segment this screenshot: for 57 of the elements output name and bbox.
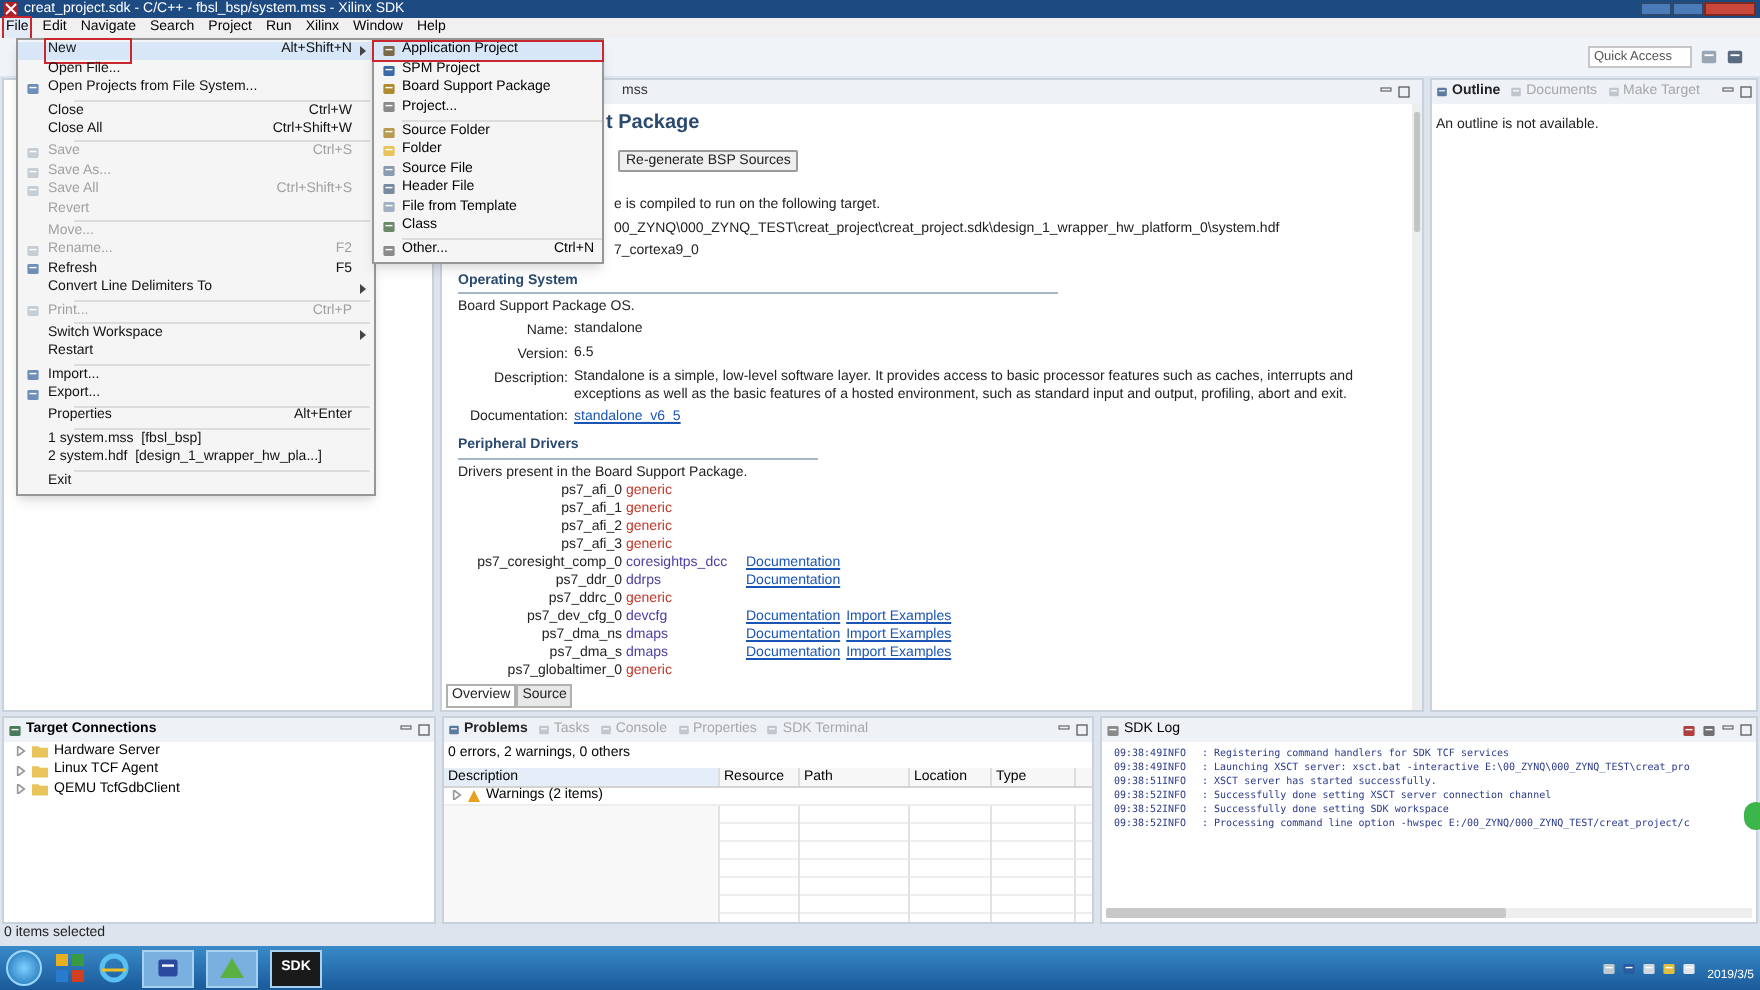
tab-icon	[537, 724, 550, 736]
minimize-icon[interactable]	[1722, 86, 1734, 98]
minimize-icon[interactable]	[1722, 724, 1734, 736]
maximize-icon[interactable]	[1740, 86, 1752, 98]
maximize-icon[interactable]	[1740, 724, 1752, 736]
app-logo-icon	[4, 2, 18, 16]
taskbar-button[interactable]	[206, 949, 258, 987]
tab-icon	[1510, 86, 1523, 98]
maximize-icon[interactable]	[1398, 86, 1410, 98]
item-icon	[381, 163, 395, 178]
submenu-arrow-icon	[360, 329, 366, 340]
editor-title: t Package	[606, 110, 702, 138]
warning-icon	[468, 789, 480, 802]
menu-item-icon	[25, 387, 39, 402]
menu-item-icon	[25, 368, 39, 383]
browser-icon[interactable]	[98, 952, 130, 984]
item-icon	[381, 125, 395, 140]
menu-item-icon	[25, 146, 39, 161]
item-icon	[381, 244, 395, 259]
tab-icon	[448, 724, 460, 736]
close-button[interactable]	[1704, 2, 1756, 16]
submenu-arrow-icon	[360, 283, 366, 294]
tab-icon	[677, 724, 689, 736]
tab-icon	[1607, 86, 1620, 98]
scrollbar[interactable]	[1412, 104, 1422, 710]
start-button[interactable]	[6, 950, 42, 986]
tab-icon	[599, 724, 612, 736]
menu-item-icon	[25, 81, 39, 96]
item-icon	[381, 44, 395, 59]
menu-item-icon	[25, 304, 39, 319]
menu-item-icon	[25, 165, 39, 180]
tab-icon	[1436, 86, 1448, 98]
item-icon	[381, 144, 395, 159]
minimize-icon[interactable]	[1058, 724, 1070, 736]
minimize-icon[interactable]	[1380, 86, 1392, 98]
expand-arrow-icon[interactable]	[452, 790, 462, 801]
item-icon	[381, 63, 395, 78]
item-icon	[381, 200, 395, 215]
maximize-icon[interactable]	[1076, 724, 1088, 736]
minimize-button[interactable]	[1640, 2, 1672, 16]
minimize-icon[interactable]	[400, 724, 412, 736]
maximize-button[interactable]	[1672, 2, 1704, 16]
document-icon	[156, 956, 180, 980]
menu-item-icon	[25, 244, 39, 259]
triangle-icon	[220, 958, 244, 978]
item-icon	[381, 100, 395, 115]
item-icon	[381, 181, 395, 196]
submenu-arrow-icon	[360, 46, 366, 57]
menu-item-icon	[25, 262, 39, 277]
maximize-icon[interactable]	[418, 724, 430, 736]
menu-item-icon	[25, 183, 39, 198]
horizontal-scrollbar[interactable]	[1106, 908, 1752, 918]
item-icon	[381, 219, 395, 234]
tab-icon	[766, 724, 779, 736]
taskbar-button[interactable]	[142, 949, 194, 987]
item-icon	[381, 81, 395, 96]
app-icon[interactable]	[54, 952, 86, 984]
